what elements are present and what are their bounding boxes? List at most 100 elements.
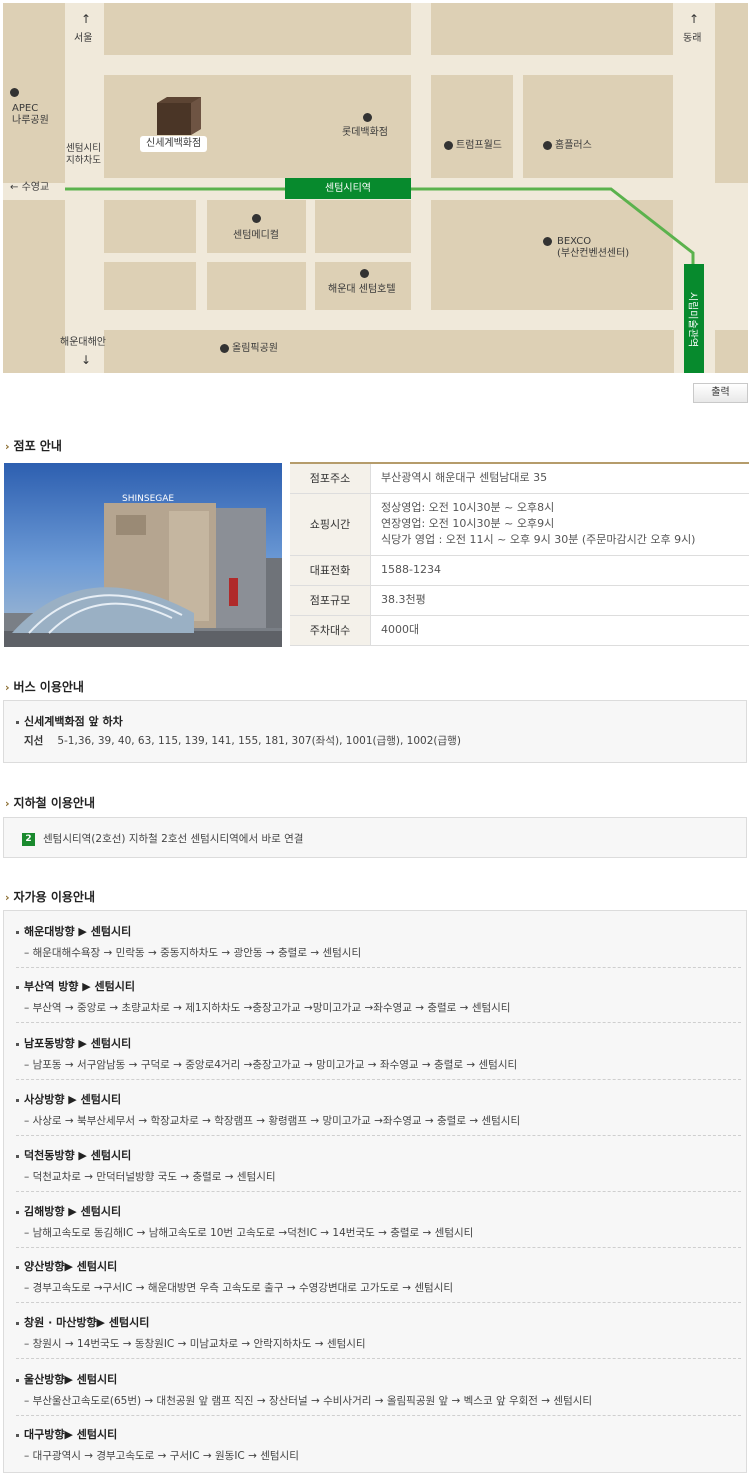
car-route-title: 해운대방향 ▶ 센텀시티 (16, 923, 741, 939)
medical-label: 센텀메디컬 (233, 230, 279, 241)
apec-park-marker (10, 87, 22, 99)
location-dot-icon (10, 87, 19, 97)
car-info-heading: › 자가용 이용안내 (5, 890, 96, 904)
store-info-label: 점포규모 (290, 585, 371, 616)
car-route-item: 양산방향▶ 센텀시티 – 경부고속도로 →구서IC → 해운대방면 우측 고속도로… (16, 1258, 741, 1295)
car-route-title-text: 덕천동방향 ▶ 센텀시티 (24, 1149, 132, 1162)
car-route-item: 창원 · 마산방향▶ 센텀시티 – 창원시 → 14번국도 → 동창원IC → 미… (16, 1314, 741, 1351)
car-route-path: – 덕천교차로 → 만덕터널방향 국도 → 충렬로 → 센텀시티 (24, 1171, 276, 1183)
car-route-title: 부산역 방향 ▶ 센텀시티 (16, 978, 741, 994)
medical-marker (252, 213, 264, 225)
bullet-icon (16, 1321, 19, 1325)
store-building-illustration: SHINSEGAE (4, 494, 282, 647)
store-info-heading: › 점포 안내 (5, 439, 62, 453)
divider (16, 1247, 741, 1248)
bullet-icon (16, 930, 19, 934)
olympic-park-label: 올림픽공원 (220, 343, 278, 355)
car-route-path: – 대구광역시 → 경부고속도로 → 구서IC → 원동IC → 센텀시티 (24, 1450, 299, 1462)
divider (16, 1191, 741, 1192)
bullet-icon (16, 1154, 19, 1158)
underpass-label: 센텀시티 지하차도 (66, 143, 101, 166)
centum-city-station: 센텀시티역 (285, 178, 411, 199)
lotte-label: 롯데백화점 (342, 127, 388, 138)
chevron-right-icon: › (5, 797, 10, 810)
car-route-path: – 남해고속도로 동김해IC → 남해고속도로 10번 고속도로 →덕천IC →… (24, 1227, 474, 1239)
location-map: 센텀시티역 시립미술관역 ↑ 서울 ↑ 동래 APEC 나루공원 신세계백화점 … (3, 3, 748, 373)
store-info-label: 대표전화 (290, 555, 371, 586)
car-route-title: 사상방향 ▶ 센텀시티 (16, 1091, 741, 1107)
line-2-badge-icon: 2 (22, 832, 35, 846)
store-info-row: 점포주소 부산광역시 해운대구 센텀남대로 35 (290, 463, 749, 494)
car-route-title-text: 양산방향▶ 센텀시티 (24, 1260, 118, 1273)
chevron-right-icon: › (5, 891, 10, 904)
print-button[interactable]: 출력 (693, 383, 748, 403)
divider (16, 1415, 741, 1416)
store-info-label: 점포주소 (290, 463, 371, 494)
hotel-label: 해운대 센텀호텔 (328, 284, 396, 295)
divider (16, 1079, 741, 1080)
car-route-title: 남포동방향 ▶ 센텀시티 (16, 1035, 741, 1051)
shinsegae-label: 신세계백화점 (140, 136, 208, 152)
car-route-title: 대구방향▶ 센텀시티 (16, 1426, 741, 1442)
bus-routes: 지선 5-1,36, 39, 40, 63, 115, 139, 141, 155… (24, 733, 461, 748)
car-route-item: 부산역 방향 ▶ 센텀시티 – 부산역 → 중앙로 → 초량교차로 → 제1지하차… (16, 978, 741, 1015)
location-dot-icon (220, 343, 229, 353)
car-route-item: 대구방향▶ 센텀시티 – 대구광역시 → 경부고속도로 → 구서IC → 원동IC… (16, 1426, 741, 1463)
bullet-icon (16, 1378, 19, 1382)
divider (16, 1302, 741, 1303)
bullet-icon (16, 1098, 19, 1102)
bullet-icon (16, 1265, 19, 1269)
store-info-row: 쇼핑시간 정상영업: 오전 10시30분 ~ 오후8시 연장영업: 오전 10시3… (290, 493, 749, 556)
car-route-item: 해운대방향 ▶ 센텀시티 – 해운대해수욕장 → 민락동 → 중동지하차도 → 광… (16, 923, 741, 960)
car-route-path: – 부산역 → 중앙로 → 초량교차로 → 제1지하차도 →충장고가교 →망미고… (24, 1002, 511, 1014)
location-dot-icon (360, 268, 369, 278)
car-info-box: 해운대방향 ▶ 센텀시티 – 해운대해수욕장 → 민락동 → 중동지하차도 → 광… (3, 910, 747, 1473)
car-route-path: – 부산울산고속도로(65번) → 대천공원 앞 램프 직진 → 장산터널 → … (24, 1395, 593, 1407)
store-info-row: 점포규모 38.3천평 (290, 585, 749, 616)
subway-info-heading: › 지하철 이용안내 (5, 796, 96, 810)
divider (16, 1135, 741, 1136)
arrow-up-icon: ↑ (689, 12, 700, 26)
store-info-label: 쇼핑시간 (290, 493, 371, 556)
location-dot-icon (444, 140, 453, 150)
car-route-title-text: 해운대방향 ▶ 센텀시티 (24, 925, 132, 938)
car-route-title: 덕천동방향 ▶ 센텀시티 (16, 1147, 741, 1163)
apec-park-label: APEC 나루공원 (12, 103, 49, 126)
bus-route-type: 지선 (24, 735, 44, 747)
haeundae-coast-label: 해운대해안 (60, 337, 106, 348)
dongrae-label: 동래 (683, 33, 702, 44)
bus-info-box: 신세계백화점 앞 하차 지선 5-1,36, 39, 40, 63, 115, 1… (3, 700, 747, 763)
subway-info-box: 2 센텀시티역(2호선) 지하철 2호선 센텀시티역에서 바로 연결 (3, 817, 747, 858)
store-info-value: 38.3천평 (370, 585, 749, 616)
store-photo-sign: SHINSEGAE (122, 494, 174, 504)
car-route-path: – 남포동 → 서구암남동 → 구덕로 → 중앙로4거리 →충장고가교 → 망미… (24, 1059, 518, 1071)
museum-station: 시립미술관역 (684, 264, 704, 373)
arrow-left-icon: ← (10, 182, 19, 193)
store-info-value: 정상영업: 오전 10시30분 ~ 오후8시 연장영업: 오전 10시30분 ~… (370, 493, 749, 556)
car-route-title-text: 부산역 방향 ▶ 센텀시티 (24, 980, 136, 993)
car-route-path: – 해운대해수욕장 → 민락동 → 중동지하차도 → 광안동 → 충렬로 → 센… (24, 947, 362, 959)
hotel-marker (360, 268, 372, 280)
location-dot-icon (252, 213, 261, 223)
location-dot-icon (543, 140, 552, 150)
car-route-title-text: 김해방향 ▶ 센텀시티 (24, 1205, 122, 1218)
homeplus-label: 홈플러스 (543, 140, 592, 152)
car-route-title-text: 사상방향 ▶ 센텀시티 (24, 1093, 122, 1106)
bexco-label: BEXCO (부산컨벤션센터) (557, 236, 630, 259)
car-route-title-text: 대구방향▶ 센텀시티 (24, 1428, 118, 1441)
bus-info-heading: › 버스 이용안내 (5, 680, 84, 694)
car-route-item: 김해방향 ▶ 센텀시티 – 남해고속도로 동김해IC → 남해고속도로 10번 고… (16, 1203, 741, 1240)
bullet-icon (16, 985, 19, 989)
lotte-marker (363, 112, 375, 124)
arrow-down-icon: ↓ (81, 353, 92, 367)
bullet-icon (16, 1210, 19, 1214)
seoul-label: 서울 (74, 33, 93, 44)
car-route-item: 남포동방향 ▶ 센텀시티 – 남포동 → 서구암남동 → 구덕로 → 중앙로4거리… (16, 1035, 741, 1072)
bus-route-numbers: 5-1,36, 39, 40, 63, 115, 139, 141, 155, … (57, 735, 461, 747)
car-route-item: 울산방향▶ 센텀시티 – 부산울산고속도로(65번) → 대천공원 앞 램프 직진… (16, 1371, 741, 1408)
location-dot-icon (543, 236, 552, 246)
car-route-path: – 창원시 → 14번국도 → 동창원IC → 미남교차로 → 안락지하차도 →… (24, 1338, 366, 1350)
store-info-label: 주차대수 (290, 615, 371, 646)
car-route-title-text: 남포동방향 ▶ 센텀시티 (24, 1037, 132, 1050)
location-dot-icon (363, 112, 372, 122)
